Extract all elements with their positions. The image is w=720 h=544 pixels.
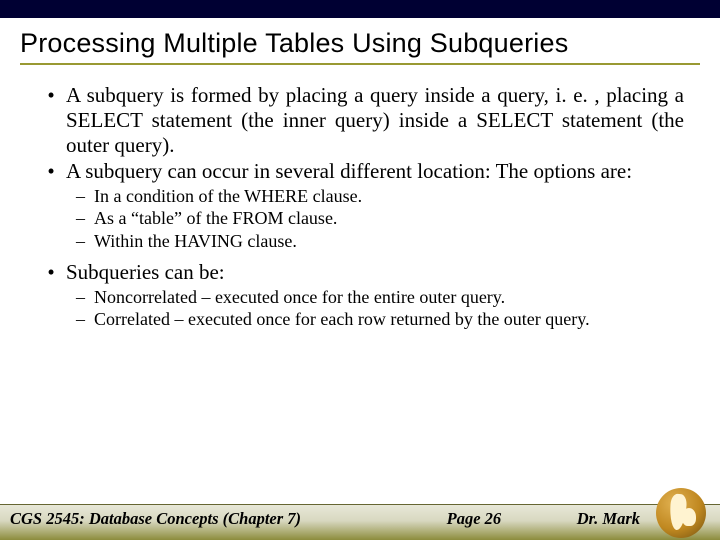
list-item: • Subqueries can be: bbox=[36, 260, 684, 285]
list-item: – As a “table” of the FROM clause. bbox=[76, 208, 684, 229]
bullet-text: A subquery is formed by placing a query … bbox=[66, 83, 684, 157]
footer-right: Dr. Mark bbox=[577, 509, 640, 529]
bullet-marker: • bbox=[36, 83, 66, 157]
dash-marker: – bbox=[76, 287, 94, 308]
list-item: • A subquery is formed by placing a quer… bbox=[36, 83, 684, 157]
dash-marker: – bbox=[76, 231, 94, 252]
list-item: – Correlated – executed once for each ro… bbox=[76, 309, 684, 330]
bullet-text: Within the HAVING clause. bbox=[94, 231, 684, 252]
slide-content: • A subquery is formed by placing a quer… bbox=[0, 73, 720, 330]
footer-center: Page 26 bbox=[301, 509, 577, 529]
bullet-marker: • bbox=[36, 159, 66, 184]
sub-list: – In a condition of the WHERE clause. – … bbox=[36, 186, 684, 252]
bullet-text: Subqueries can be: bbox=[66, 260, 684, 285]
list-item: – Within the HAVING clause. bbox=[76, 231, 684, 252]
bullet-marker: • bbox=[36, 260, 66, 285]
footer: CGS 2545: Database Concepts (Chapter 7) … bbox=[0, 504, 720, 540]
dash-marker: – bbox=[76, 208, 94, 229]
list-item: – Noncorrelated – executed once for the … bbox=[76, 287, 684, 308]
list-item: – In a condition of the WHERE clause. bbox=[76, 186, 684, 207]
dash-marker: – bbox=[76, 186, 94, 207]
top-bar bbox=[0, 0, 720, 18]
bullet-text: In a condition of the WHERE clause. bbox=[94, 186, 684, 207]
title-underline bbox=[20, 63, 700, 65]
bullet-text: As a “table” of the FROM clause. bbox=[94, 208, 684, 229]
slide-title: Processing Multiple Tables Using Subquer… bbox=[0, 18, 720, 63]
dash-marker: – bbox=[76, 309, 94, 330]
list-item: • A subquery can occur in several differ… bbox=[36, 159, 684, 184]
sub-list: – Noncorrelated – executed once for the … bbox=[36, 287, 684, 330]
bullet-text: Correlated – executed once for each row … bbox=[94, 309, 684, 330]
bullet-text: Noncorrelated – executed once for the en… bbox=[94, 287, 684, 308]
bullet-text: A subquery can occur in several differen… bbox=[66, 159, 684, 184]
footer-left: CGS 2545: Database Concepts (Chapter 7) bbox=[10, 509, 301, 529]
ucf-logo bbox=[656, 488, 712, 544]
